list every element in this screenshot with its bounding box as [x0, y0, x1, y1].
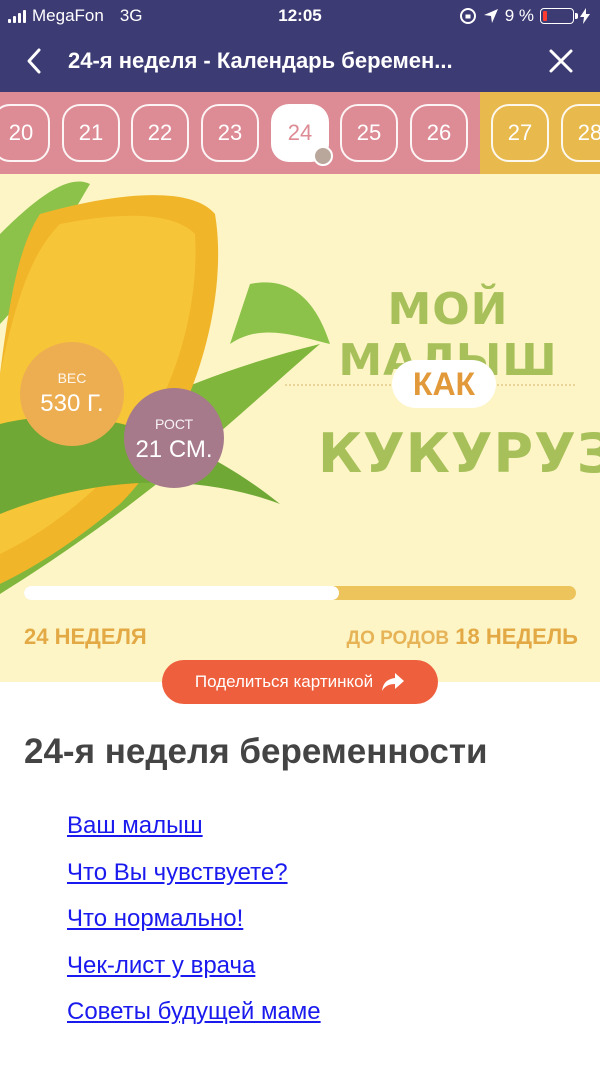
avatar	[313, 146, 333, 166]
back-chevron-icon[interactable]	[20, 46, 50, 76]
status-right: 9 %	[459, 6, 590, 26]
week-chip-26[interactable]: 26	[410, 104, 468, 162]
link-what-is-normal[interactable]: Что нормально!	[67, 903, 321, 950]
link-your-baby[interactable]: Ваш малыш	[67, 810, 321, 857]
weight-value: 530 Г.	[40, 390, 104, 417]
close-icon[interactable]	[546, 46, 576, 76]
charging-icon	[580, 8, 590, 24]
top-bar: MegaFon 3G 12:05 9 % 24-я неделя - Кален…	[0, 0, 600, 104]
banner-line-3: КУКУРУЗА	[318, 422, 600, 485]
week-chip-28[interactable]: 28	[561, 104, 600, 162]
banner-line-2: КАК	[392, 360, 496, 408]
height-badge: РОСТ 21 СМ.	[124, 388, 224, 488]
week-banner-image: МОЙ МАЛЫШ КАК КУКУРУЗА ВЕС 530 Г. РОСТ 2…	[0, 174, 600, 682]
link-how-you-feel[interactable]: Что Вы чувствуете?	[67, 857, 321, 904]
height-label: РОСТ	[154, 416, 194, 432]
remaining-label: ДО РОДОВ	[346, 628, 450, 649]
link-doctor-checklist[interactable]: Чек-лист у врача	[67, 950, 321, 997]
week-chip-23[interactable]: 23	[201, 104, 259, 162]
height-value: 21 СМ.	[135, 436, 213, 463]
share-button-label: Поделиться картинкой	[194, 672, 374, 691]
remaining-weeks: ДО РОДОВ 18 НЕДЕЛЬ	[347, 624, 578, 650]
topic-links-list: Ваш малыш Что Вы чувствуете? Что нормаль…	[67, 810, 321, 1043]
week-chip-21[interactable]: 21	[62, 104, 120, 162]
weight-badge: ВЕС 530 Г.	[20, 342, 124, 446]
location-icon	[483, 9, 498, 23]
week-chip-25[interactable]: 25	[340, 104, 398, 162]
pregnancy-progress-fill	[24, 586, 339, 600]
battery-icon	[540, 8, 578, 24]
page-title: 24-я неделя - Календарь беремен...	[68, 48, 453, 73]
week-chip-20[interactable]: 20	[0, 104, 50, 162]
week-chip-22[interactable]: 22	[131, 104, 189, 162]
battery-percent: 9 %	[504, 6, 534, 25]
weight-label: ВЕС	[57, 370, 87, 386]
link-tips-for-mom[interactable]: Советы будущей маме	[67, 996, 321, 1043]
share-arrow-icon	[382, 673, 405, 691]
share-image-button[interactable]: Поделиться картинкой	[162, 660, 438, 704]
section-heading: 24-я неделя беременности	[24, 732, 488, 771]
pregnancy-progress-bar	[24, 586, 576, 600]
week-chip-24-label: 24	[287, 120, 313, 145]
week-selector: 20 21 22 23 24 25 26 27 28	[0, 92, 600, 174]
week-chip-27[interactable]: 27	[491, 104, 549, 162]
current-week-label: 24 НЕДЕЛЯ	[24, 624, 147, 649]
week-chip-24-active[interactable]: 24	[271, 104, 333, 166]
status-bar: MegaFon 3G 12:05 9 %	[0, 0, 600, 32]
navigation-bar: 24-я неделя - Календарь беремен...	[0, 32, 600, 92]
remaining-value: 18 НЕДЕЛЬ	[455, 624, 578, 649]
rotation-lock-icon	[459, 8, 476, 24]
